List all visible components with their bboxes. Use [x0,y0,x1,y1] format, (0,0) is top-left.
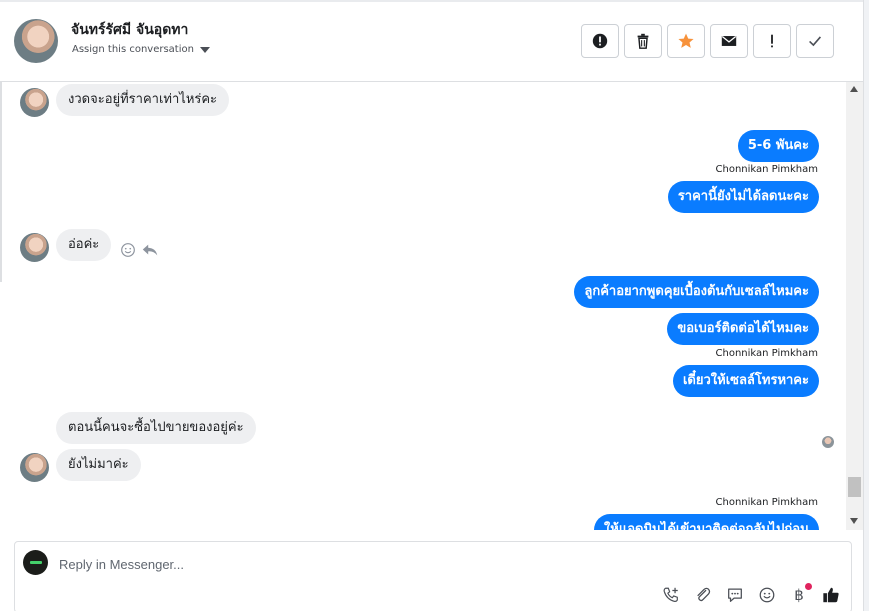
message-actions [119,241,163,259]
checkmark-icon [809,36,822,47]
message-thread[interactable]: งวดจะอยู่ที่ราคาเท่าไหร่คะ 5-6 พันคะ Cho… [0,82,845,530]
like-button[interactable] [820,584,842,606]
assign-label: Assign this conversation [72,44,194,55]
add-call-icon [663,587,678,602]
paperclip-icon [697,587,711,602]
saved-reply-icon [728,588,742,602]
scrollbar-thumb[interactable] [848,477,861,497]
outgoing-message[interactable]: ลูกค้าอยากพูดคุยเบื้องต้นกับเซลล์ไหมคะ [574,276,819,308]
page-avatar [23,550,48,575]
incoming-message[interactable]: ตอนนี้คนจะซื้อไปขายของอยู่ค่ะ [56,412,256,444]
panel-edge [863,0,869,611]
attach-button[interactable] [692,584,714,606]
star-icon [678,33,694,48]
reply-composer: ฿ [14,541,852,611]
sender-avatar [20,88,49,117]
sender-avatar [20,233,49,262]
follow-up-button[interactable] [753,24,791,58]
assign-conversation-dropdown[interactable]: Assign this conversation [72,44,210,55]
emoji-react-icon[interactable] [119,241,137,259]
contact-avatar[interactable] [14,19,58,63]
exclamation-icon [771,34,773,48]
star-button[interactable] [667,24,705,58]
outgoing-message[interactable]: เดี๋ยวให้เซลล์โทรหาคะ [672,365,819,397]
top-divider [0,0,863,2]
spam-button[interactable] [581,24,619,58]
delete-button[interactable] [624,24,662,58]
conversation-actions [581,24,834,58]
sender-label: Chonnikan Pimkham [715,164,818,175]
add-call-button[interactable] [660,584,682,606]
scroll-down-arrow-icon[interactable] [850,518,858,524]
emoji-button[interactable] [756,584,778,606]
caret-down-icon [199,46,210,53]
message-scrollbar[interactable] [846,82,863,530]
outgoing-message[interactable]: ราคานี้ยังไม่ได้ลดนะคะ [667,181,819,213]
saved-reply-button[interactable] [724,584,746,606]
baht-icon: ฿ [794,586,804,604]
notification-dot [805,583,812,590]
incoming-message[interactable]: ยังไม่มาค่ะ [56,449,141,481]
incoming-message[interactable]: งวดจะอยู่ที่ราคาเท่าไหร่คะ [56,84,230,116]
thumbs-up-icon [823,587,839,603]
mark-done-button[interactable] [796,24,834,58]
mark-unread-button[interactable] [710,24,748,58]
outgoing-message[interactable]: ขอเบอร์ติดต่อได้ไหมคะ [667,313,819,345]
envelope-icon [721,36,737,46]
scroll-up-arrow-icon[interactable] [850,86,858,92]
reply-input[interactable] [59,554,759,574]
outgoing-message[interactable]: ให้แอดมินได้เข้ามาติดต่อกลับไปก่อน [593,514,819,530]
incoming-message[interactable]: อ่อค่ะ [56,229,112,261]
seen-avatar [822,436,834,448]
composer-tools: ฿ [660,583,852,606]
trash-icon [637,33,649,49]
sender-avatar [20,453,49,482]
alert-circle-icon [592,33,608,49]
contact-name[interactable]: จันทร์รัศมี จันอุดทา [71,19,188,41]
sender-label: Chonnikan Pimkham [715,497,818,508]
conversation-header: จันทร์รัศมี จันอุดทา Assign this convers… [0,0,863,82]
reply-icon[interactable] [141,241,159,259]
outgoing-message[interactable]: 5-6 พันคะ [737,130,819,162]
payment-button[interactable]: ฿ [788,583,812,606]
sender-label: Chonnikan Pimkham [715,348,818,359]
emoji-icon [759,587,775,603]
